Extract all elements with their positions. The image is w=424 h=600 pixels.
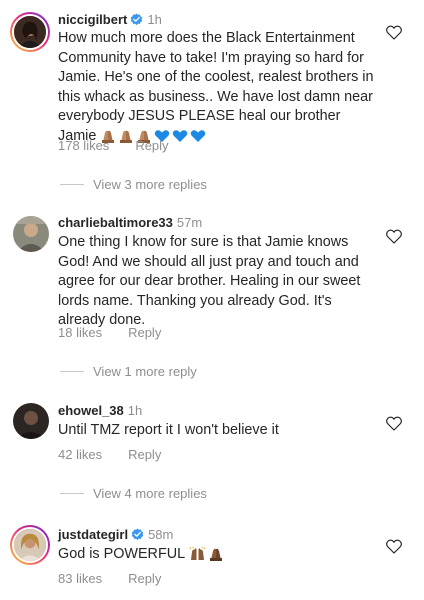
comment-body: How much more does the Black Entertainme… [58, 30, 374, 144]
verified-badge-icon [131, 528, 144, 541]
heart-outline-icon[interactable] [386, 229, 402, 244]
comment-meta: 178 likes Reply [58, 138, 169, 153]
reply-button[interactable]: Reply [135, 138, 168, 153]
timestamp: 58m [148, 527, 174, 542]
comment-text: One thing I know for sure is that Jamie … [58, 234, 361, 329]
heart-outline-icon[interactable] [386, 25, 402, 40]
avatar[interactable] [13, 403, 49, 439]
emoji-group [189, 547, 226, 562]
view-replies-label: View 4 more replies [93, 486, 207, 501]
username[interactable]: ehowel_38 [58, 403, 124, 418]
username[interactable]: niccigilbert [58, 12, 127, 27]
view-replies-button[interactable]: View 3 more replies [60, 177, 207, 192]
verified-badge-icon [130, 13, 143, 26]
view-replies-label: View 1 more reply [93, 364, 197, 379]
heart-outline-icon[interactable] [386, 539, 402, 554]
avatar[interactable] [10, 12, 50, 52]
comment-text: Until TMZ report it I won't believe it [58, 422, 279, 438]
likes-count[interactable]: 178 likes [58, 138, 109, 153]
comment-meta: 18 likes Reply [58, 325, 161, 340]
raising-hands-emoji [189, 547, 206, 561]
likes-count[interactable]: 42 likes [58, 447, 102, 462]
comment-body: God is POWERFUL [58, 546, 185, 562]
username[interactable]: justdategirl [58, 527, 128, 542]
comment-header: ehowel_38 1h [58, 403, 142, 419]
blue-heart-emoji [172, 129, 188, 143]
username[interactable]: charliebaltimore33 [58, 215, 173, 230]
divider [60, 184, 84, 185]
timestamp: 1h [147, 12, 162, 27]
folded-hands-emoji [208, 547, 224, 562]
avatar[interactable] [10, 525, 50, 565]
comment-header: justdategirl 58m [58, 527, 173, 543]
comment-text: God is POWERFUL [58, 545, 376, 565]
reply-button[interactable]: Reply [128, 325, 161, 340]
blue-heart-emoji [190, 129, 206, 143]
comment-text: How much more does the Black Entertainme… [58, 29, 376, 147]
likes-count[interactable]: 83 likes [58, 571, 102, 586]
comment-header: niccigilbert 1h [58, 12, 162, 28]
comment-meta: 42 likes Reply [58, 447, 161, 462]
view-replies-button[interactable]: View 4 more replies [60, 486, 207, 501]
divider [60, 371, 84, 372]
timestamp: 57m [176, 215, 203, 230]
comment-header: charliebaltimore33 57m [58, 215, 202, 231]
heart-outline-icon[interactable] [386, 416, 402, 431]
comment-meta: 83 likes Reply [58, 571, 161, 586]
divider [60, 493, 84, 494]
view-replies-button[interactable]: View 1 more reply [60, 364, 197, 379]
likes-count[interactable]: 18 likes [58, 325, 102, 340]
reply-button[interactable]: Reply [128, 447, 161, 462]
timestamp: 1h [127, 403, 143, 418]
view-replies-label: View 3 more replies [93, 177, 207, 192]
reply-button[interactable]: Reply [128, 571, 161, 586]
avatar[interactable] [13, 216, 49, 252]
